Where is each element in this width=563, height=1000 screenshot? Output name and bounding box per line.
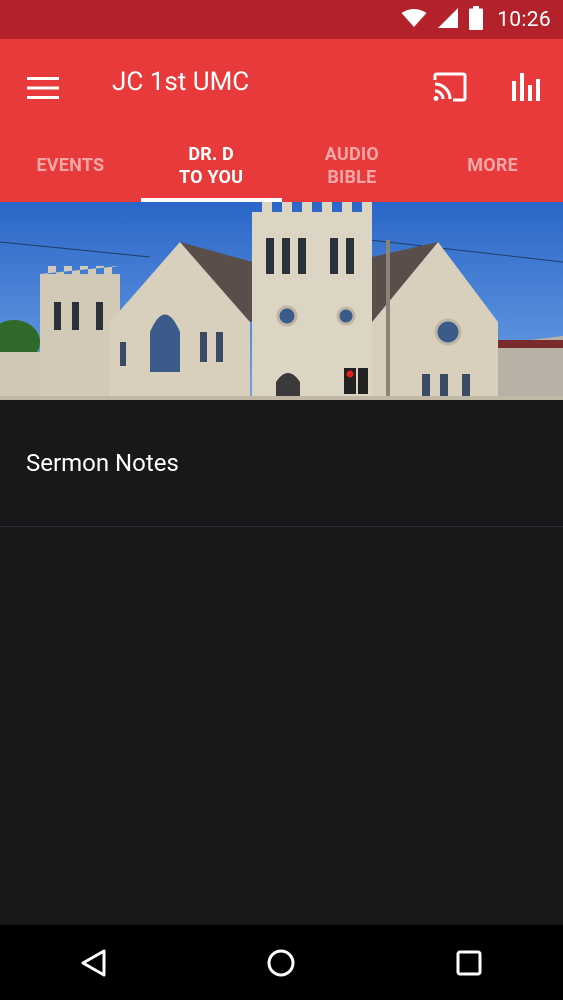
tab-label: DR. D (188, 143, 234, 165)
home-icon (267, 949, 295, 976)
cast-icon (433, 72, 467, 102)
cellular-signal-icon (437, 7, 459, 33)
tab-label: MORE (467, 155, 518, 176)
list-item-label: Sermon Notes (26, 449, 179, 477)
list-item-sermon-notes[interactable]: Sermon Notes (0, 400, 563, 527)
recents-icon (456, 950, 482, 975)
hamburger-menu-icon (27, 77, 59, 99)
status-clock: 10:26 (497, 7, 551, 32)
content-area: Sermon Notes (0, 400, 563, 925)
tab-label: EVENTS (36, 155, 105, 176)
tab-label-line2: BIBLE (327, 166, 377, 188)
app-title: JC 1st UMC (112, 67, 250, 97)
tab-label: AUDIO (324, 143, 379, 165)
recents-button[interactable] (429, 933, 509, 993)
chart-icon (512, 73, 540, 101)
battery-icon (469, 5, 484, 34)
status-icons (401, 5, 484, 34)
church-photo (0, 202, 563, 400)
tab-bar: EVENTS DR. D TO YOU AUDIO BIBLE MORE (0, 129, 563, 202)
church-image (0, 202, 563, 400)
tab-audio-bible[interactable]: AUDIO BIBLE (282, 129, 423, 202)
home-button[interactable] (241, 933, 321, 993)
tab-events[interactable]: EVENTS (0, 129, 141, 202)
back-button[interactable] (54, 933, 134, 993)
stats-button[interactable] (502, 63, 550, 111)
back-icon (81, 949, 106, 976)
cast-button[interactable] (426, 63, 474, 111)
system-navigation-bar (0, 925, 563, 1000)
tab-more[interactable]: MORE (422, 129, 563, 202)
wifi-icon (401, 8, 427, 32)
tab-label-line2: TO YOU (179, 166, 244, 188)
status-bar: 10:26 (0, 0, 563, 39)
app-bar: JC 1st UMC EVENTS DR. D TO YOU AUDIO BIB… (0, 39, 563, 202)
menu-button[interactable] (20, 65, 66, 111)
tab-dr-d-to-you[interactable]: DR. D TO YOU (140, 129, 282, 202)
toolbar: JC 1st UMC (0, 39, 563, 129)
